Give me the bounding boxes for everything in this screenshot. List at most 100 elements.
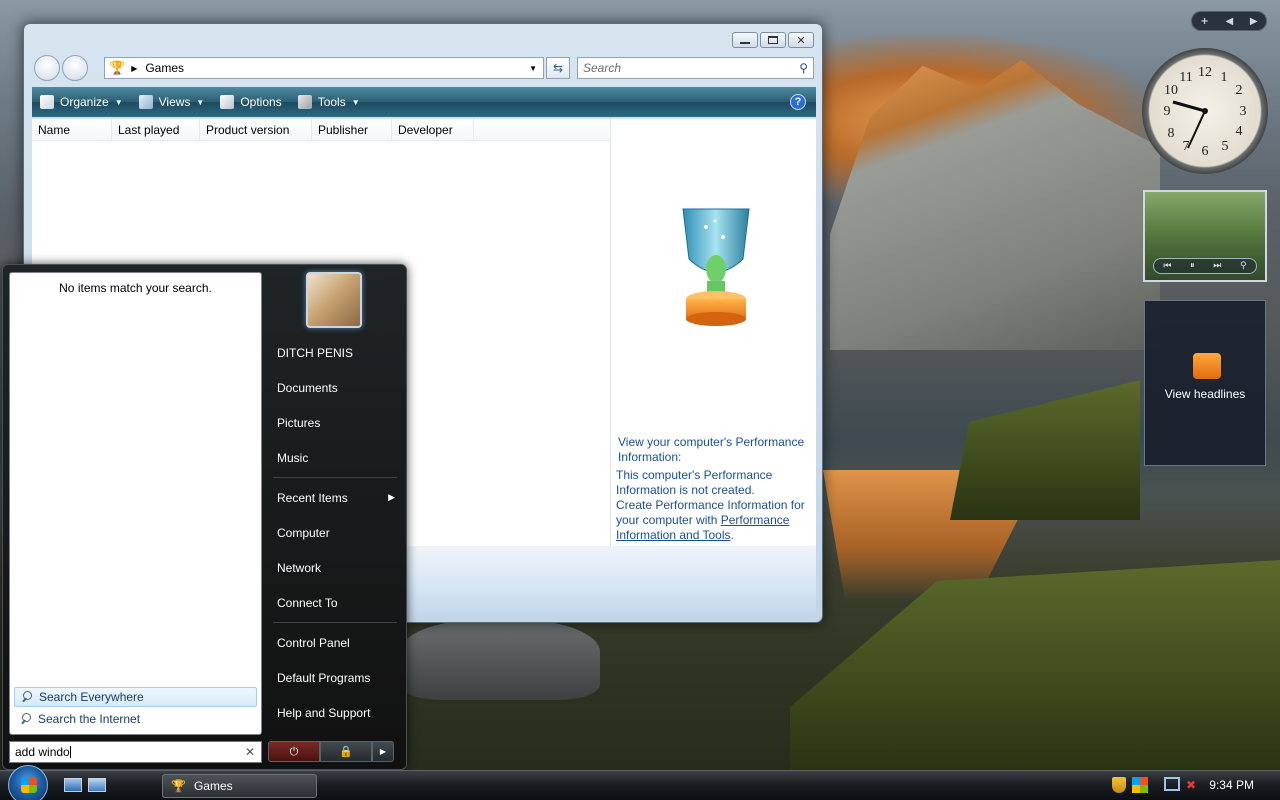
clock-gadget[interactable]: 12 1 2 3 4 5 6 7 8 9 10 11 xyxy=(1142,48,1268,174)
search-icon xyxy=(21,691,33,703)
switch-windows-icon[interactable] xyxy=(88,778,106,792)
start-item-default-programs[interactable]: Default Programs xyxy=(265,660,405,695)
clock-numeral: 2 xyxy=(1236,83,1243,98)
perf-heading[interactable]: View your computer's Performance Informa… xyxy=(616,435,812,465)
start-item-help[interactable]: Help and Support xyxy=(265,695,405,730)
volume-muted-icon[interactable]: ✖ xyxy=(1186,777,1202,793)
clock-numeral: 11 xyxy=(1179,70,1192,85)
start-item-pictures[interactable]: Pictures xyxy=(265,405,405,440)
forward-button[interactable] xyxy=(62,55,88,81)
taskbar-button-games[interactable]: 🏆 Games xyxy=(162,774,317,798)
next-icon[interactable]: ⏭ xyxy=(1213,261,1221,271)
start-menu: No items match your search. Search Every… xyxy=(2,264,407,770)
start-item-control-panel[interactable]: Control Panel xyxy=(265,625,405,660)
power-button[interactable]: ⏻ xyxy=(268,741,320,762)
start-item-user[interactable]: DITCH PENIS xyxy=(265,335,405,370)
windows-flag-icon[interactable] xyxy=(1132,777,1148,793)
breadcrumb-arrow-icon[interactable]: ▶ xyxy=(131,64,137,73)
view-icon[interactable]: ⚲ xyxy=(1240,261,1247,271)
security-shield-icon[interactable] xyxy=(1112,777,1126,793)
chevron-down-icon: ▼ xyxy=(114,97,123,107)
start-item-connect-to[interactable]: Connect To xyxy=(265,585,405,620)
options-button[interactable]: Options xyxy=(212,87,289,117)
power-controls: ⏻ 🔒 ▶ xyxy=(268,741,394,762)
options-icon xyxy=(220,95,235,109)
maximize-button[interactable] xyxy=(760,32,786,48)
start-search-query: add windo xyxy=(15,745,70,759)
close-button[interactable]: ✕ xyxy=(788,32,814,48)
perf-create-text: Create Performance Information for your … xyxy=(616,498,812,543)
column-product-version[interactable]: Product version xyxy=(200,119,312,140)
previous-icon[interactable]: ⏮ xyxy=(1163,261,1171,271)
column-last-played[interactable]: Last played xyxy=(112,119,200,140)
start-item-computer[interactable]: Computer xyxy=(265,515,405,550)
column-developer[interactable]: Developer xyxy=(392,119,474,140)
clock-center xyxy=(1202,108,1208,114)
lock-button[interactable]: 🔒 xyxy=(320,741,372,762)
user-avatar[interactable] xyxy=(306,272,362,328)
minute-hand xyxy=(1187,110,1206,149)
show-desktop-icon[interactable] xyxy=(64,778,82,792)
column-publisher[interactable]: Publisher xyxy=(312,119,392,140)
search-icon[interactable]: ⚲ xyxy=(799,61,808,75)
search-internet-link[interactable]: Search the Internet xyxy=(14,709,257,729)
search-everywhere-link[interactable]: Search Everywhere xyxy=(14,687,257,707)
start-search-input[interactable]: add windo ✕ xyxy=(9,741,262,763)
taskbar-clock[interactable]: 9:34 PM xyxy=(1209,778,1254,792)
chevron-right-icon[interactable]: ▶ xyxy=(1250,16,1258,27)
chevron-right-icon: ▶ xyxy=(379,747,387,756)
rss-icon xyxy=(1193,353,1221,379)
minimize-button[interactable] xyxy=(732,32,758,48)
divider xyxy=(273,477,397,478)
perf-status: This computer's Performance Information … xyxy=(616,468,773,497)
performance-info: View your computer's Performance Informa… xyxy=(616,435,812,543)
organize-menu[interactable]: Organize ▼ xyxy=(32,87,131,117)
help-icon[interactable]: ? xyxy=(790,94,806,110)
sidebar-controls: + ◀ ▶ xyxy=(1191,11,1267,31)
clock-numeral: 12 xyxy=(1198,65,1212,80)
chevron-down-icon: ▼ xyxy=(196,97,205,107)
clock-numeral: 5 xyxy=(1222,139,1229,154)
search-placeholder: Search xyxy=(583,61,622,75)
clock-numeral: 3 xyxy=(1240,104,1247,119)
perf-create-suffix: . xyxy=(730,528,734,542)
lock-icon: 🔒 xyxy=(339,745,353,758)
tools-icon xyxy=(297,95,312,109)
view-headlines-link[interactable]: View headlines xyxy=(1145,387,1265,401)
add-gadget-icon[interactable]: + xyxy=(1200,16,1208,27)
network-icon[interactable] xyxy=(1164,777,1180,791)
views-menu[interactable]: Views ▼ xyxy=(131,87,213,117)
maximize-icon xyxy=(768,36,778,44)
games-folder-icon: 🏆 xyxy=(109,60,126,75)
start-item-documents[interactable]: Documents xyxy=(265,370,405,405)
back-button[interactable] xyxy=(34,55,60,81)
clock-numeral: 6 xyxy=(1202,144,1209,159)
clock-numeral: 4 xyxy=(1236,124,1243,139)
address-dropdown-icon[interactable]: ▼ xyxy=(529,64,537,73)
breadcrumb-games[interactable]: Games xyxy=(145,61,184,75)
tools-menu[interactable]: Tools ▼ xyxy=(290,87,368,117)
start-item-network[interactable]: Network xyxy=(265,550,405,585)
clear-search-icon[interactable]: ✕ xyxy=(245,745,255,759)
submenu-arrow-icon: ▶ xyxy=(388,492,395,502)
pause-icon[interactable]: ⏸ xyxy=(1190,261,1195,271)
clock-numeral: 10 xyxy=(1164,83,1178,98)
start-item-music[interactable]: Music xyxy=(265,440,405,475)
hour-hand xyxy=(1172,100,1206,113)
slideshow-gadget[interactable]: ⏮ ⏸ ⏭ ⚲ xyxy=(1143,190,1267,282)
refresh-button[interactable]: ⇆ xyxy=(546,57,570,79)
chevron-left-icon[interactable]: ◀ xyxy=(1225,16,1233,27)
divider xyxy=(273,622,397,623)
address-bar[interactable]: 🏆 ▶ Games ▼ xyxy=(104,57,544,79)
start-item-recent-items[interactable]: Recent Items ▶ xyxy=(265,480,405,515)
start-button[interactable] xyxy=(8,765,48,800)
feed-headlines-gadget[interactable]: View headlines xyxy=(1144,300,1266,466)
trophy-icon xyxy=(682,208,750,326)
shutdown-options-button[interactable]: ▶ xyxy=(372,741,394,762)
start-menu-places: DITCH PENIS Documents Pictures Music Rec… xyxy=(265,335,405,730)
search-box[interactable]: Search ⚲ xyxy=(577,57,814,79)
taskbar: 🏆 Games ✖ 9:34 PM xyxy=(0,765,1280,800)
tools-label: Tools xyxy=(317,95,346,109)
refresh-icon: ⇆ xyxy=(552,61,564,75)
column-name[interactable]: Name xyxy=(32,119,112,140)
